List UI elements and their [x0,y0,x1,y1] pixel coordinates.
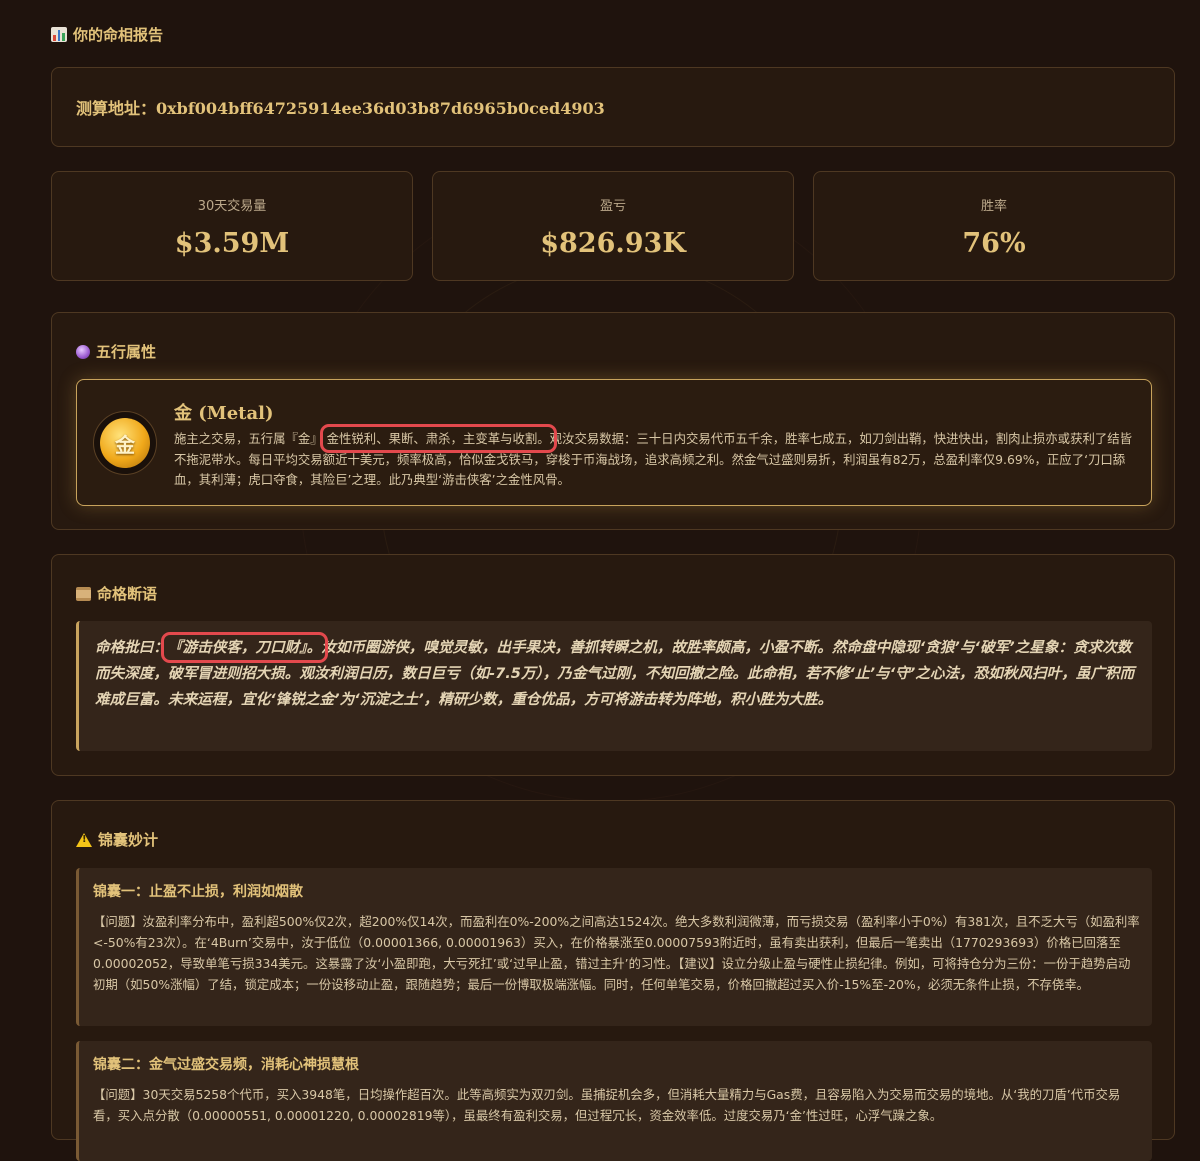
quote-prefix: 命格批曰： [95,639,168,656]
mingge-title: 命格断语 [76,583,157,604]
desc-highlight: 金性锐利、果断、肃杀，主变革与收割。 [319,424,557,453]
warning-icon [76,832,92,847]
stat-label: 盈亏 [599,199,626,214]
address-panel: 测算地址：0xbf004bff64725914ee36d03b87d6965b0… [51,67,1175,147]
desc-part: 施主之交易，五行属『金』 [174,431,323,446]
stat-label: 30天交易量 [197,199,267,214]
mingge-quote: 命格批曰：『游击侠客，刀口财』。汝如币圈游侠，嗅觉灵敏，出手果决，善抓转瞬之机，… [76,621,1152,751]
tip-text: 【问题】30天交易5258个代币，买入3948笔，日均操作超百次。此等高频实为双… [93,1087,1121,1123]
tip-card: 锦囊一：止盈不止损，利润如烟散 【问题】汝盈利率分布中，盈利超500%仅2次，超… [76,868,1152,1026]
tip-title: 锦囊一：止盈不止损，利润如烟散 [93,884,303,900]
stat-card-volume: 30天交易量 $3.59M [51,171,413,281]
wuxing-section: 五行属性 金 金 (Metal) 施主之交易，五行属『金』 金性锐利、果断、肃杀… [51,312,1175,530]
wuxing-title-text: 五行属性 [96,343,157,361]
element-description: 施主之交易，五行属『金』 金性锐利、果断、肃杀，主变革与收割。观汝交易数据：三十… [174,424,1134,491]
stat-card-pnl: 盈亏 $826.93K [432,171,794,281]
crystal-ball-icon [76,344,90,359]
address-text: 测算地址：0xbf004bff64725914ee36d03b87d6965b0… [76,99,605,118]
page-title: 你的命相报告 [51,24,163,45]
tips-title-text: 锦囊妙计 [98,831,159,849]
scroll-icon [76,586,91,601]
mingge-text: 命格批曰：『游击侠客，刀口财』。汝如币圈游侠，嗅觉灵敏，出手果决，善抓转瞬之机，… [95,632,1136,713]
tips-title: 锦囊妙计 [76,829,158,850]
element-name: 金 (Metal) [174,403,274,424]
element-card: 金 金 (Metal) 施主之交易，五行属『金』 金性锐利、果断、肃杀，主变革与… [76,379,1152,506]
stat-value: 76% [962,228,1026,259]
wuxing-title: 五行属性 [76,341,156,362]
quote-highlight: 『游击侠客，刀口财』。 [160,632,329,663]
stat-value: $826.93K [540,228,686,259]
stat-value: $3.59M [174,228,290,259]
bar-chart-icon [51,27,67,42]
tips-section: 锦囊妙计 锦囊一：止盈不止损，利润如烟散 【问题】汝盈利率分布中，盈利超500%… [51,800,1175,1161]
tip-title: 锦囊二：金气过盛交易频，消耗心神损慧根 [93,1057,359,1073]
mingge-title-text: 命格断语 [97,585,158,603]
tip-text: 【问题】汝盈利率分布中，盈利超500%仅2次，超200%仅14次，而盈利在0%-… [93,914,1140,992]
mingge-section: 命格断语 命格批曰：『游击侠客，刀口财』。汝如币圈游侠，嗅觉灵敏，出手果决，善抓… [51,554,1175,776]
stat-label: 胜率 [980,199,1007,214]
gold-coin-icon: 金 [93,411,157,475]
tip-card: 锦囊二：金气过盛交易频，消耗心神损慧根 【问题】30天交易5258个代币，买入3… [76,1041,1152,1161]
stat-card-winrate: 胜率 76% [813,171,1175,281]
page-title-text: 你的命相报告 [73,26,164,44]
coin-character: 金 [100,418,150,468]
